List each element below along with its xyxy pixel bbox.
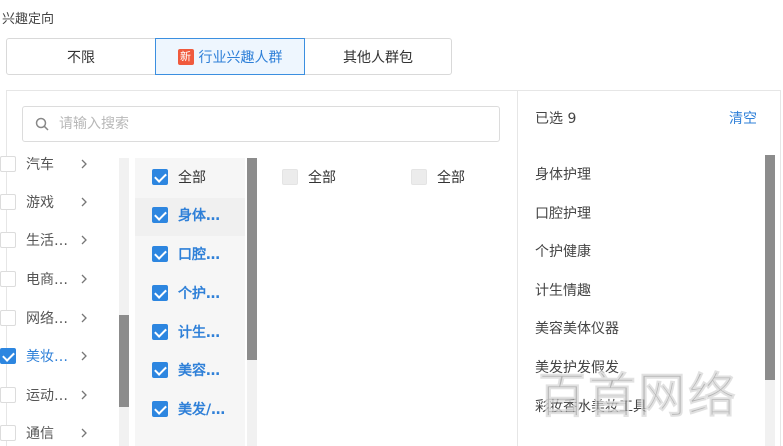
- chevron-right-icon: [81, 313, 87, 323]
- category-item[interactable]: 网络…: [0, 308, 100, 328]
- tab-label: 行业兴趣人群: [198, 49, 283, 66]
- tab-industry-interest[interactable]: 新 行业兴趣人群: [155, 38, 305, 75]
- clear-button[interactable]: 清空: [729, 108, 757, 128]
- search-icon: [35, 117, 49, 131]
- chevron-right-icon: [81, 197, 87, 207]
- chevron-right-icon: [81, 159, 87, 169]
- section-title: 兴趣定向: [2, 12, 55, 27]
- subcategory-item[interactable]: 美发/…: [152, 399, 252, 419]
- level4-label: 全部: [437, 170, 465, 186]
- category-checkbox[interactable]: [0, 387, 16, 403]
- subcategory-item-all[interactable]: 全部: [152, 167, 252, 187]
- panel-divider: [517, 90, 518, 446]
- selected-count: 已选 9: [535, 111, 577, 127]
- category-label: 美妆…: [26, 349, 68, 365]
- category-label: 生活…: [26, 233, 68, 249]
- level3-checkbox[interactable]: [282, 169, 298, 185]
- category-item[interactable]: 汽车: [0, 154, 100, 174]
- chevron-right-icon: [81, 351, 87, 361]
- category-item[interactable]: 通信: [0, 423, 100, 443]
- subcategory-checkbox[interactable]: [152, 362, 168, 378]
- selected-item: 身体护理: [535, 167, 591, 183]
- category-label: 运动…: [26, 388, 68, 404]
- category-checkbox[interactable]: [0, 232, 16, 248]
- category-item[interactable]: 电商…: [0, 269, 100, 289]
- new-badge: 新: [177, 48, 194, 65]
- subcategory-checkbox[interactable]: [152, 207, 168, 223]
- category-scrollbar-thumb[interactable]: [119, 315, 129, 407]
- subcategory-label: 美容…: [178, 363, 220, 379]
- subcategory-item[interactable]: 身体…: [152, 205, 252, 225]
- category-label: 汽车: [26, 157, 54, 173]
- category-item[interactable]: 运动…: [0, 385, 100, 405]
- selected-item: 美容美体仪器: [535, 321, 619, 337]
- category-item-beauty[interactable]: 美妆…: [0, 346, 100, 366]
- subcategory-item[interactable]: 个护…: [152, 283, 252, 303]
- subcategory-checkbox[interactable]: [152, 285, 168, 301]
- category-label: 电商…: [26, 272, 68, 288]
- subcategory-label: 口腔…: [178, 247, 220, 263]
- category-checkbox[interactable]: [0, 310, 16, 326]
- subcategory-label: 美发/…: [178, 402, 226, 418]
- subcategory-item[interactable]: 美容…: [152, 360, 252, 380]
- search-box[interactable]: [22, 106, 500, 142]
- category-checkbox[interactable]: [0, 271, 16, 287]
- selected-item: 口腔护理: [535, 206, 591, 222]
- subcategory-item[interactable]: 计生…: [152, 322, 252, 342]
- level3-label: 全部: [308, 170, 336, 186]
- watermark: 百首网络: [537, 368, 739, 425]
- search-input[interactable]: [57, 115, 481, 133]
- category-label: 通信: [26, 426, 54, 442]
- category-checkbox[interactable]: [0, 156, 16, 172]
- level3-item-all[interactable]: 全部: [282, 167, 336, 187]
- category-checkbox[interactable]: [0, 348, 16, 364]
- chevron-right-icon: [81, 390, 87, 400]
- chevron-right-icon: [81, 428, 87, 438]
- category-checkbox[interactable]: [0, 425, 16, 441]
- tab-other-audience[interactable]: 其他人群包: [305, 39, 451, 74]
- tab-label: 其他人群包: [343, 49, 413, 66]
- chevron-right-icon: [81, 274, 87, 284]
- selected-item: 计生情趣: [535, 283, 591, 299]
- subcategory-checkbox[interactable]: [152, 324, 168, 340]
- subcategory-label: 个护…: [178, 286, 220, 302]
- subcategory-label: 计生…: [178, 325, 220, 341]
- selected-scrollbar-thumb[interactable]: [765, 155, 775, 380]
- selected-item: 个护健康: [535, 244, 591, 260]
- subcategory-checkbox[interactable]: [152, 169, 168, 185]
- interest-targeting: 兴趣定向 不限 新 行业兴趣人群 其他人群包 汽车 游戏 生活…: [0, 0, 783, 446]
- tab-label: 不限: [67, 49, 95, 66]
- category-item[interactable]: 生活…: [0, 230, 100, 250]
- category-label: 网络…: [26, 311, 68, 327]
- subcategory-scrollbar-thumb[interactable]: [247, 158, 257, 360]
- tab-unlimited[interactable]: 不限: [7, 39, 155, 74]
- subcategory-checkbox[interactable]: [152, 401, 168, 417]
- subcategory-checkbox[interactable]: [152, 246, 168, 262]
- subcategory-item[interactable]: 口腔…: [152, 244, 252, 264]
- category-label: 游戏: [26, 195, 54, 211]
- subcategory-label: 全部: [178, 170, 206, 186]
- targeting-tabs: 不限 新 行业兴趣人群 其他人群包: [6, 38, 452, 75]
- category-checkbox[interactable]: [0, 194, 16, 210]
- chevron-right-icon: [81, 235, 87, 245]
- level4-checkbox[interactable]: [411, 169, 427, 185]
- subcategory-label: 身体…: [178, 208, 220, 224]
- level4-item-all[interactable]: 全部: [411, 167, 465, 187]
- category-item[interactable]: 游戏: [0, 192, 100, 212]
